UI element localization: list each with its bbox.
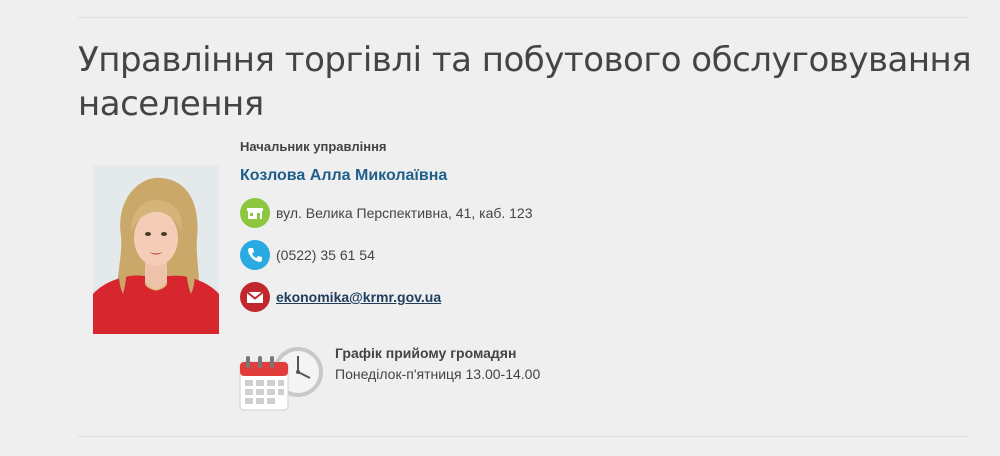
phone-number: (0522) 35 61 54 xyxy=(276,247,375,263)
bottom-divider xyxy=(78,436,968,437)
head-portrait-photo xyxy=(93,166,219,334)
calendar-clock-icon xyxy=(238,342,326,414)
phone-icon xyxy=(240,240,270,270)
schedule-title: Графік прийому громадян xyxy=(335,345,517,361)
department-title: Управління торгівлі та побутового обслуг… xyxy=(78,40,972,124)
address-text: вул. Велика Перспективна, 41, каб. 123 xyxy=(276,205,533,221)
email-row: ekonomika@krmr.gov.ua xyxy=(240,282,441,312)
head-role-label: Начальник управління xyxy=(240,139,387,154)
address-row: вул. Велика Перспективна, 41, каб. 123 xyxy=(240,198,533,228)
schedule-time: Понеділок-п'ятниця 13.00-14.00 xyxy=(335,366,541,382)
head-name: Козлова Алла Миколаївна xyxy=(240,167,448,184)
building-icon xyxy=(240,198,270,228)
department-card: Управління торгівлі та побутового обслуг… xyxy=(0,0,1000,456)
email-link[interactable]: ekonomika@krmr.gov.ua xyxy=(276,289,441,305)
portrait-image xyxy=(93,166,219,334)
phone-row: (0522) 35 61 54 xyxy=(240,240,375,270)
top-divider xyxy=(78,17,968,18)
mail-icon xyxy=(240,282,270,312)
